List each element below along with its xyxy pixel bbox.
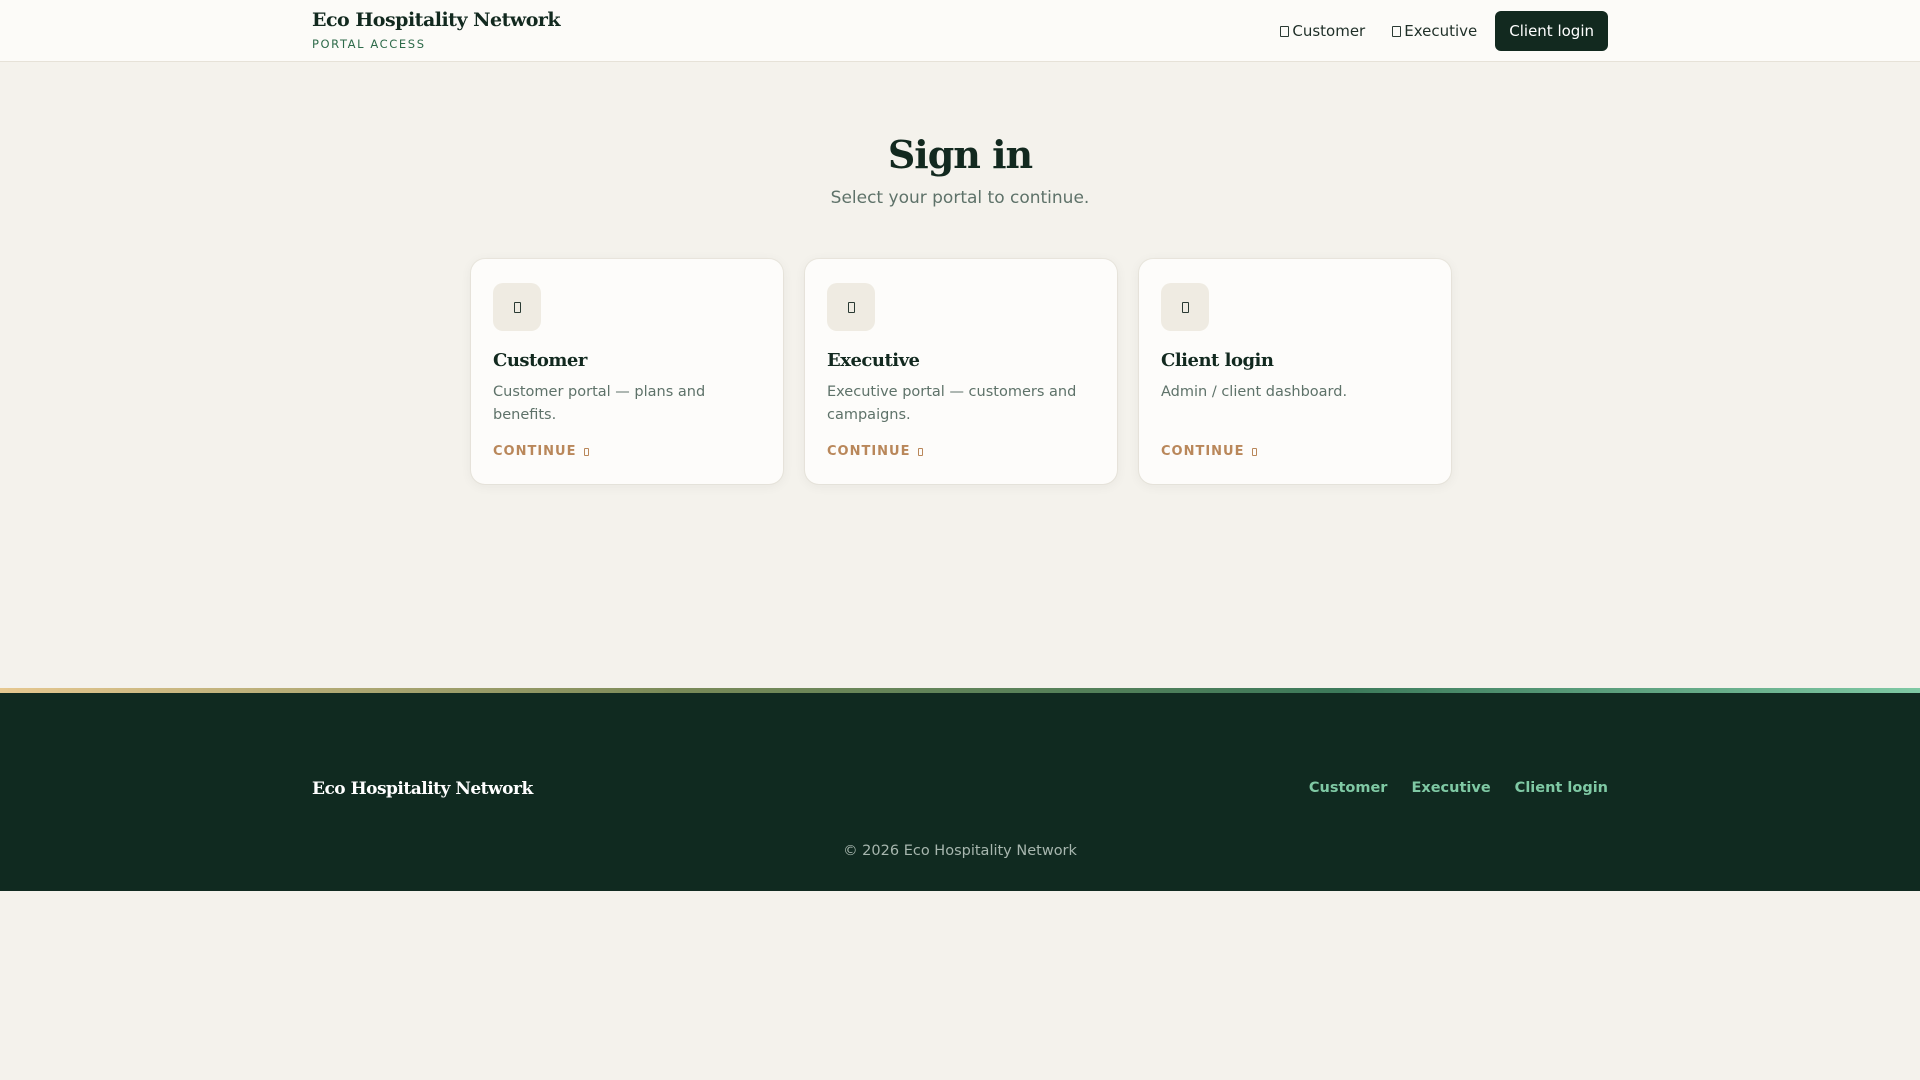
continue-label: CONTINUE (827, 444, 911, 459)
customer-icon (1280, 25, 1290, 37)
nav-customer-label: Customer (1292, 22, 1366, 40)
card-title: Customer (493, 350, 587, 371)
client-login-button[interactable]: Client login (1495, 11, 1608, 51)
copyright: © 2026 Eco Hospitality Network (843, 843, 1077, 859)
executive-icon (847, 301, 855, 313)
card-description: Admin / client dashboard. (1161, 384, 1348, 400)
card-description: Executive portal — customers and campaig… (827, 384, 1077, 423)
continue-link-client-login[interactable]: CONTINUE (1161, 444, 1257, 459)
client-card-icon-tile (1161, 283, 1209, 331)
portal-cards: Customer Customer portal — plans and ben… (471, 259, 1451, 484)
footer-link-customer[interactable]: Customer (1309, 780, 1388, 796)
page-subtitle: Select your portal to continue. (830, 188, 1090, 208)
nav-customer-link[interactable]: Customer (1280, 14, 1365, 48)
page-title: Sign in (887, 132, 1033, 177)
top-nav: Customer Executive Client login (1253, 11, 1608, 51)
arrow-right-icon (1251, 447, 1257, 456)
customer-card-icon-tile (493, 283, 541, 331)
brand-name[interactable]: Eco Hospitality Network (312, 9, 561, 31)
executive-icon (1392, 25, 1402, 37)
nav-executive-link[interactable]: Executive (1392, 14, 1477, 48)
customer-icon (513, 301, 521, 313)
top-header: Eco Hospitality Network PORTAL ACCESS Cu… (0, 0, 1920, 62)
footer-nav: Customer Executive Client login (1285, 780, 1608, 796)
portal-card-client-login[interactable]: Client login Admin / client dashboard. C… (1139, 259, 1451, 484)
portal-card-customer[interactable]: Customer Customer portal — plans and ben… (471, 259, 783, 484)
continue-label: CONTINUE (1161, 444, 1245, 459)
arrow-right-icon (917, 447, 923, 456)
continue-label: CONTINUE (493, 444, 577, 459)
continue-link-customer[interactable]: CONTINUE (493, 444, 589, 459)
footer-brand: Eco Hospitality Network (312, 779, 533, 799)
continue-link-executive[interactable]: CONTINUE (827, 444, 923, 459)
footer: Eco Hospitality Network Customer Executi… (0, 693, 1920, 891)
executive-card-icon-tile (827, 283, 875, 331)
portal-card-executive[interactable]: Executive Executive portal — customers a… (805, 259, 1117, 484)
brand-subtitle: PORTAL ACCESS (312, 37, 426, 51)
footer-link-client-login[interactable]: Client login (1515, 780, 1608, 796)
arrow-right-icon (583, 447, 589, 456)
card-description: Customer portal — plans and benefits. (493, 384, 706, 423)
card-title: Executive (827, 350, 920, 371)
card-title: Client login (1161, 350, 1274, 371)
client-icon (1181, 301, 1189, 313)
nav-executive-label: Executive (1404, 22, 1478, 40)
footer-link-executive[interactable]: Executive (1411, 780, 1490, 796)
brand[interactable]: Eco Hospitality Network PORTAL ACCESS (312, 9, 561, 51)
